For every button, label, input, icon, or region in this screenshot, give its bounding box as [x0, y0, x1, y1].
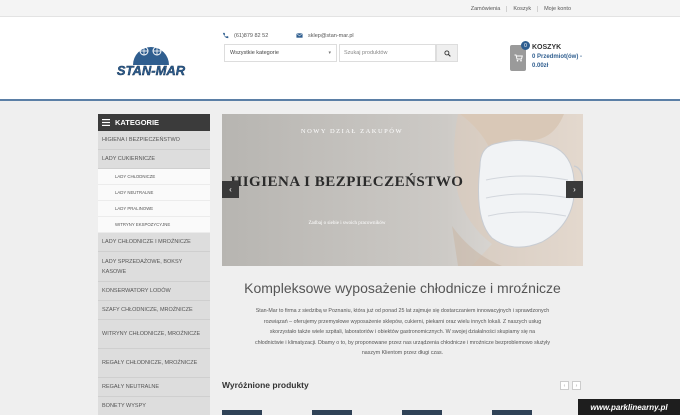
sidebar-item-lady-cukiernicze[interactable]: LADY CUKIERNICZE: [98, 150, 210, 169]
sidebar-subitem-witryny-ekspozycyjne[interactable]: WITRYNY EKSPOZYCYJNE: [98, 217, 210, 233]
search-input[interactable]: Szukaj produktów: [339, 44, 436, 62]
cart-title[interactable]: KOSZYK: [532, 44, 561, 51]
sidebar-item-higiena[interactable]: HIGIENA I BEZPIECZEŃSTWO: [98, 131, 210, 150]
sidebar-item-lady-chlodnicze-mroznicze[interactable]: LADY CHŁODNICZE I MROŹNICZE: [98, 233, 210, 252]
orders-link[interactable]: Zamówienia: [465, 6, 507, 12]
top-bar: Zamówienia Koszyk Moje konto: [0, 0, 680, 17]
phone-contact: (61)879 82 52: [222, 32, 268, 39]
sidebar-subitem-lady-neutralne[interactable]: LADY NEUTRALNE: [98, 185, 210, 201]
envelope-icon: [296, 33, 303, 38]
main-heading: Kompleksowe wyposażenie chłodnicze i mro…: [244, 280, 561, 296]
phone-number[interactable]: (61)879 82 52: [234, 33, 268, 39]
cart-link[interactable]: Koszyk: [506, 5, 537, 12]
category-select[interactable]: Wszystkie kategorie ▾: [224, 44, 337, 62]
featured-products-title: Wyróżnione produkty: [222, 380, 309, 390]
sidebar-item-bonety[interactable]: BONETY WYSPY: [98, 397, 210, 415]
page: Zamówienia Koszyk Moje konto STAN-MAR (6…: [0, 0, 680, 415]
paragraph-line: Stan-Mar to firma z siedzibą w Poznaniu,…: [255, 308, 550, 314]
sidebar-item-regaly-neutralne[interactable]: REGAŁY NEUTRALNE: [98, 378, 210, 397]
featured-prev-button[interactable]: ‹: [560, 381, 569, 390]
search-button[interactable]: [436, 44, 458, 62]
paragraph-line: naszym Klientom przez długi czas.: [361, 350, 444, 356]
featured-next-button[interactable]: ›: [572, 381, 581, 390]
site-logo[interactable]: STAN-MAR: [100, 37, 202, 81]
phone-icon: [222, 32, 229, 39]
cart-icon: [514, 54, 523, 62]
svg-text:STAN-MAR: STAN-MAR: [117, 63, 186, 78]
chevron-right-icon: ›: [575, 382, 578, 389]
slide-caption: Zadbaj o siebie i swoich pracowników: [308, 221, 386, 226]
watermark: www.parklinearny.pl: [578, 399, 680, 415]
product-card-preview[interactable]: [402, 410, 442, 415]
sidebar-subitem-lady-chlodnicze[interactable]: LADY CHŁODNICZE: [98, 169, 210, 185]
header-divider: [0, 99, 680, 101]
search-placeholder: Szukaj produktów: [344, 50, 388, 56]
category-select-value: Wszystkie kategorie: [230, 50, 279, 56]
paragraph-line: skorzystało także wiele szpitali, labora…: [269, 329, 536, 335]
slide-title: HIGIENA I BEZPIECZEŃSTWO: [230, 174, 464, 190]
chevron-right-icon: ›: [573, 185, 576, 194]
account-link[interactable]: Moje konto: [537, 5, 577, 12]
chevron-down-icon: ▾: [328, 50, 331, 56]
sidebar-header: KATEGORIE: [98, 114, 210, 131]
chevron-left-icon: ‹: [563, 382, 566, 389]
product-card-preview[interactable]: [312, 410, 352, 415]
chevron-left-icon: ‹: [229, 185, 232, 194]
cart-price[interactable]: 0.00zł: [532, 63, 548, 69]
slide-subtitle: NOWY DZIAŁ ZAKUPÓW: [300, 128, 404, 135]
email-address[interactable]: sklep@stan-mar.pl: [308, 33, 354, 39]
sidebar-item-szafy[interactable]: SZAFY CHŁODNICZE, MROŹNICZE: [98, 301, 210, 320]
sidebar-item-lady-sprzedazowe[interactable]: LADY SPRZEDAŻOWE, BOKSY KASOWE: [98, 252, 210, 282]
sidebar-item-witryny[interactable]: WITRYNY CHŁODNICZE, MROŹNICZE: [98, 320, 210, 349]
cart-items[interactable]: 0 Przedmiot(ów) -: [532, 54, 582, 60]
top-links: Zamówienia Koszyk Moje konto: [465, 0, 577, 17]
cart-count-badge: 0: [521, 41, 530, 50]
sidebar-item-konserwatory[interactable]: KONSERWATORY LODÓW: [98, 282, 210, 301]
menu-icon: [102, 119, 110, 126]
product-card-preview[interactable]: [492, 410, 532, 415]
paragraph-line: rozwiązań – oferujemy przemysłowe wyposa…: [263, 318, 542, 325]
email-contact: sklep@stan-mar.pl: [296, 32, 354, 39]
sidebar-item-regaly-chlodnicze[interactable]: REGAŁY CHŁODNICZE, MROŹNICZE: [98, 349, 210, 378]
product-card-preview[interactable]: [222, 410, 262, 415]
search-icon: [443, 49, 451, 57]
sidebar-title: KATEGORIE: [115, 118, 160, 127]
category-sidebar: KATEGORIE HIGIENA I BEZPIECZEŃSTWO LADY …: [98, 114, 210, 415]
slider-prev-button[interactable]: ‹: [222, 181, 239, 198]
hero-slider[interactable]: NOWY DZIAŁ ZAKUPÓW HIGIENA I BEZPIECZEŃS…: [222, 114, 583, 266]
paragraph-line: chłodnictwie i klimatyzacji. Dbamy o to,…: [255, 339, 550, 346]
sidebar-subitem-lady-pralinowe[interactable]: LADY PRALINOWE: [98, 201, 210, 217]
slider-next-button[interactable]: ›: [566, 181, 583, 198]
main-paragraph: Stan-Mar to firma z siedzibą w Poznaniu,…: [226, 306, 579, 359]
